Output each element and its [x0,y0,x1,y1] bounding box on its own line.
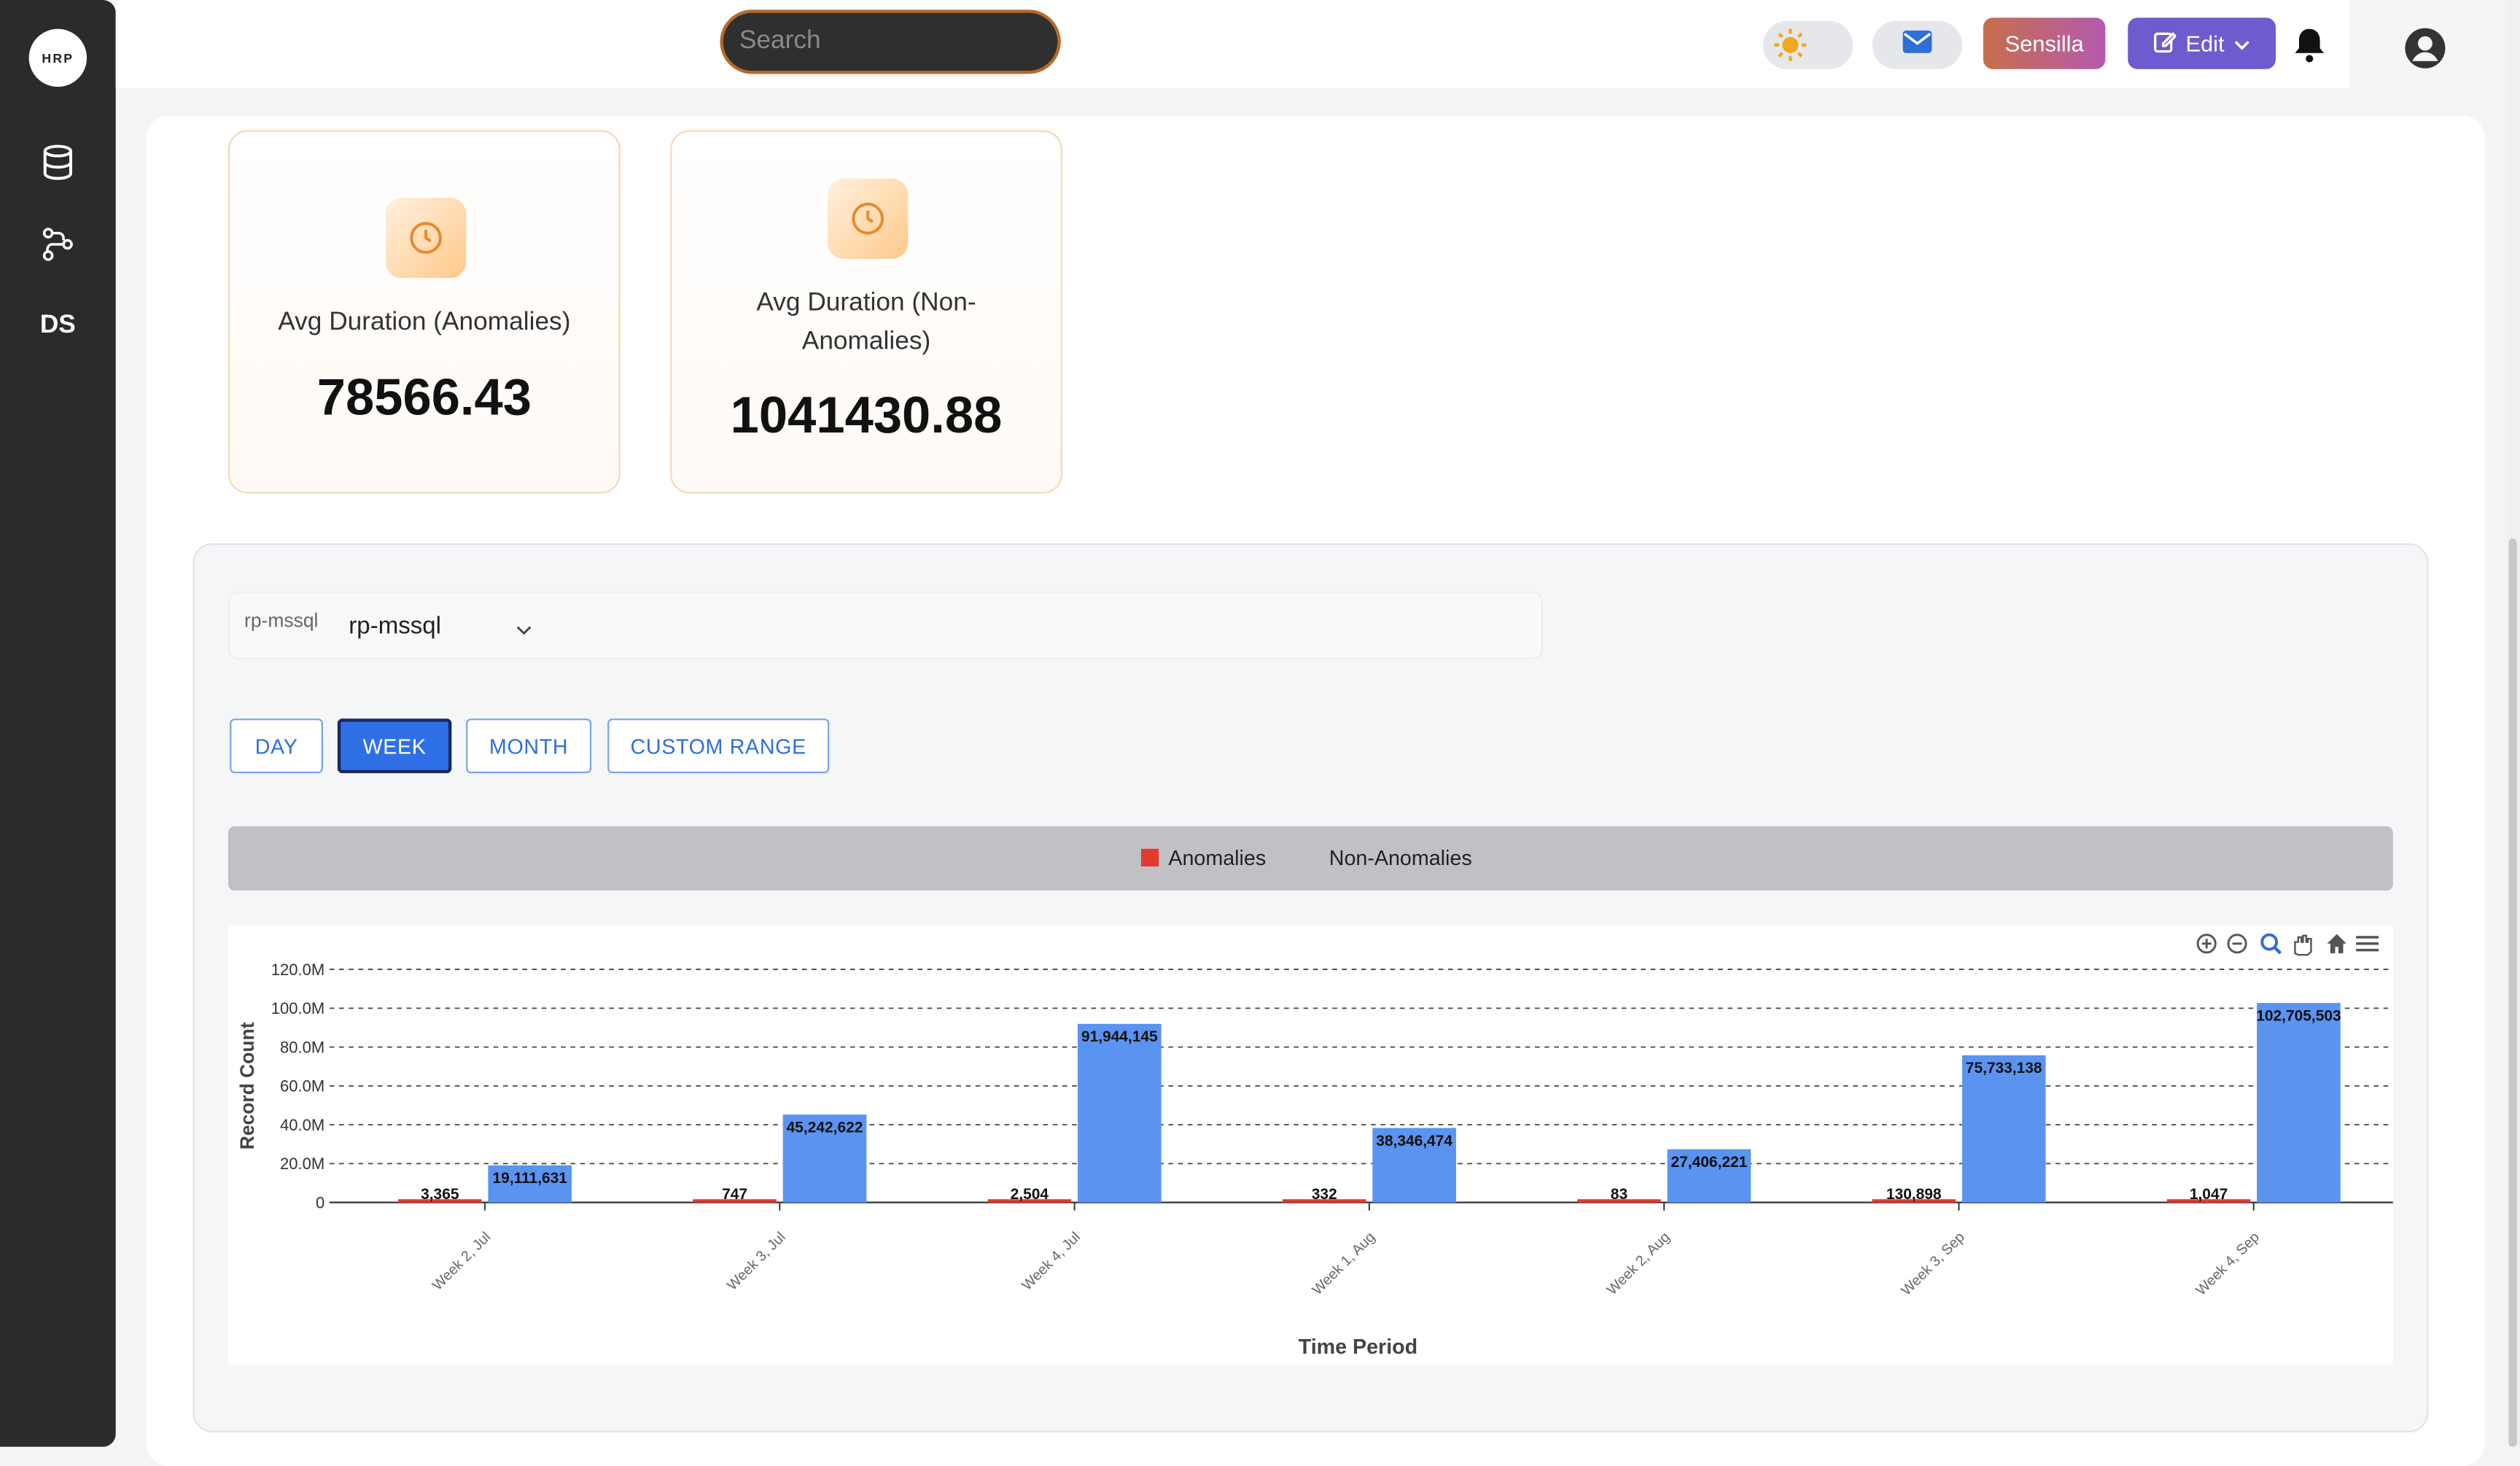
mail-icon [1901,28,1933,62]
bar-data-label: 747 [722,1186,747,1203]
y-tick-label: 60.0M [280,1077,324,1095]
non-anomalies-bar [1961,1055,2046,1203]
bar-data-label: 1,047 [2190,1186,2228,1203]
bar-chart: 0 20.0M 40.0M 60.0M 80.0M 100.0M 120.0M Record … [236,933,2393,1359]
chevron-down-icon [2234,31,2250,56]
bar-data-label: 91,944,145 [1081,1028,1158,1045]
theme-toggle[interactable] [1762,20,1854,71]
chart-container: 0 20.0M 40.0M 60.0M 80.0M 100.0M 120.0M Record … [228,926,2393,1365]
y-tick-label: 120.0M [271,961,324,979]
app-logo[interactable]: HRP [28,28,88,88]
profile-area [2352,0,2498,101]
avg-duration-non-anomalies-card: Avg Duration (Non- Anomalies) 1041430.88 [670,130,1062,494]
bell-icon[interactable] [2292,26,2327,72]
legend-anomalies[interactable]: Anomalies [1140,845,1266,869]
x-tick-label: Week 3, Sep [1898,1229,1968,1299]
chart-section: rp-mssql rp-mssql DAY WEEK MONTH CUSTOM … [192,543,2429,1432]
bar-data-label: 332 [1312,1186,1337,1203]
edit-icon [2153,30,2177,57]
non-anomalies-bar [2257,1003,2341,1203]
reset-home-icon [2327,934,2346,954]
bar-data-label: 83 [1611,1186,1628,1203]
zoom-in-icon [2201,939,2212,949]
non-anomalies-bar [1077,1023,1162,1203]
selection-zoom-icon [2273,945,2282,955]
y-tick-label: 0 [316,1193,324,1211]
bar-data-label: 2,504 [1011,1186,1049,1203]
select-value: rp-mssql [349,612,442,640]
tab-month[interactable]: MONTH [466,718,592,774]
card-label: Avg Duration (Anomalies) [278,309,571,336]
bar-data-label: 45,242,622 [787,1119,863,1136]
mail-toggle[interactable] [1872,20,1963,69]
card-label: Avg Duration (Non- Anomalies) [756,289,976,356]
legend-swatch [1140,848,1159,866]
tab-day[interactable]: DAY [230,718,324,774]
clock-icon [385,198,467,279]
bar-data-label: 75,733,138 [1966,1060,2042,1077]
legend-non-anomalies[interactable]: Non-Anomalies [1329,845,1472,869]
database-icon[interactable] [39,143,77,182]
avg-duration-anomalies-card: Avg Duration (Anomalies) 78566.43 [228,130,621,494]
sidebar: HRP DS [0,0,116,1447]
sensilla-button[interactable]: Sensilla [1983,18,2106,69]
x-tick-label: Week 3, Jul [724,1229,789,1294]
tab-custom-range[interactable]: CUSTOM RANGE [607,718,830,774]
bar-data-label: 3,365 [421,1186,459,1203]
main-content: Avg Duration (Anomalies) 78566.43 Avg Du… [146,115,2485,1466]
chart-legend: Anomalies Non-Anomalies [228,826,2393,891]
card-value: 78566.43 [316,368,532,427]
bar-data-label: 130,898 [1886,1186,1942,1203]
bar-data-label: 27,406,221 [1671,1154,1748,1171]
bar-data-label: 19,111,631 [493,1170,568,1187]
menu-icon [2356,936,2379,952]
datasource-select[interactable]: rp-mssql rp-mssql [228,592,1543,659]
y-tick-label: 80.0M [280,1038,324,1056]
y-axis-label: Record Count [236,1022,258,1149]
x-tick-label: Week 2, Aug [1604,1229,1673,1298]
edit-label: Edit [2185,30,2225,57]
x-tick-label: Week 4, Sep [2193,1229,2263,1299]
bar-data-label: 38,346,474 [1376,1133,1452,1149]
sun-icon [1773,27,1808,71]
y-tick-label: 40.0M [280,1116,324,1134]
select-label: rp-mssql [244,609,319,632]
scrollbar-thumb[interactable] [2508,538,2517,1447]
chevron-down-icon [516,616,532,645]
workflow-icon[interactable] [39,225,77,264]
pan-icon [2294,934,2312,956]
x-tick-label: Week 2, Jul [429,1229,494,1294]
user-circle-icon[interactable] [2404,27,2446,77]
y-tick-label: 20.0M [280,1155,324,1173]
tab-week[interactable]: WEEK [337,718,452,774]
search-input[interactable] [720,9,1061,74]
sidebar-item-ds[interactable]: DS [0,312,116,341]
card-value: 1041430.88 [730,385,1003,444]
scrollbar[interactable] [2507,0,2520,1447]
edit-button[interactable]: Edit [2128,18,2276,69]
clock-icon [828,178,909,259]
bar-data-label: 102,705,503 [2256,1007,2341,1024]
x-tick-label: Week 4, Jul [1019,1229,1084,1294]
x-tick-label: Week 1, Aug [1309,1229,1378,1298]
x-axis-label: Time Period [1299,1335,1418,1359]
y-tick-label: 100.0M [271,999,324,1017]
